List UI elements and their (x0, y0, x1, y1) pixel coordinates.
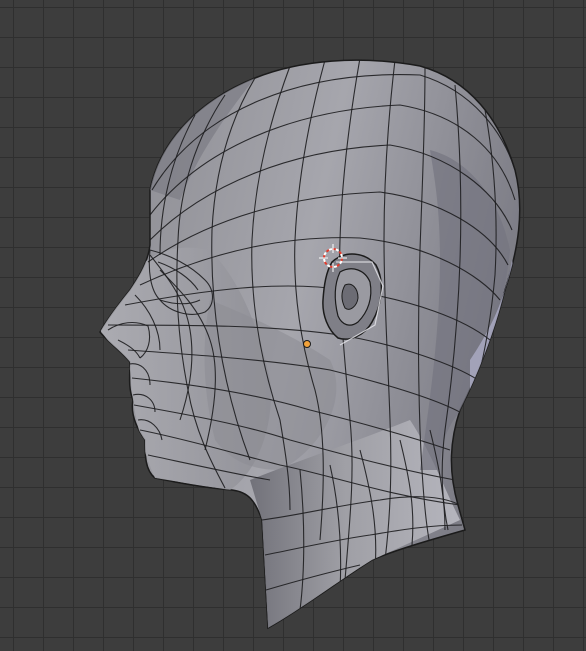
3d-viewport[interactable] (0, 0, 586, 651)
head-mesh-render[interactable] (0, 0, 586, 651)
object-origin-icon[interactable] (303, 340, 311, 348)
